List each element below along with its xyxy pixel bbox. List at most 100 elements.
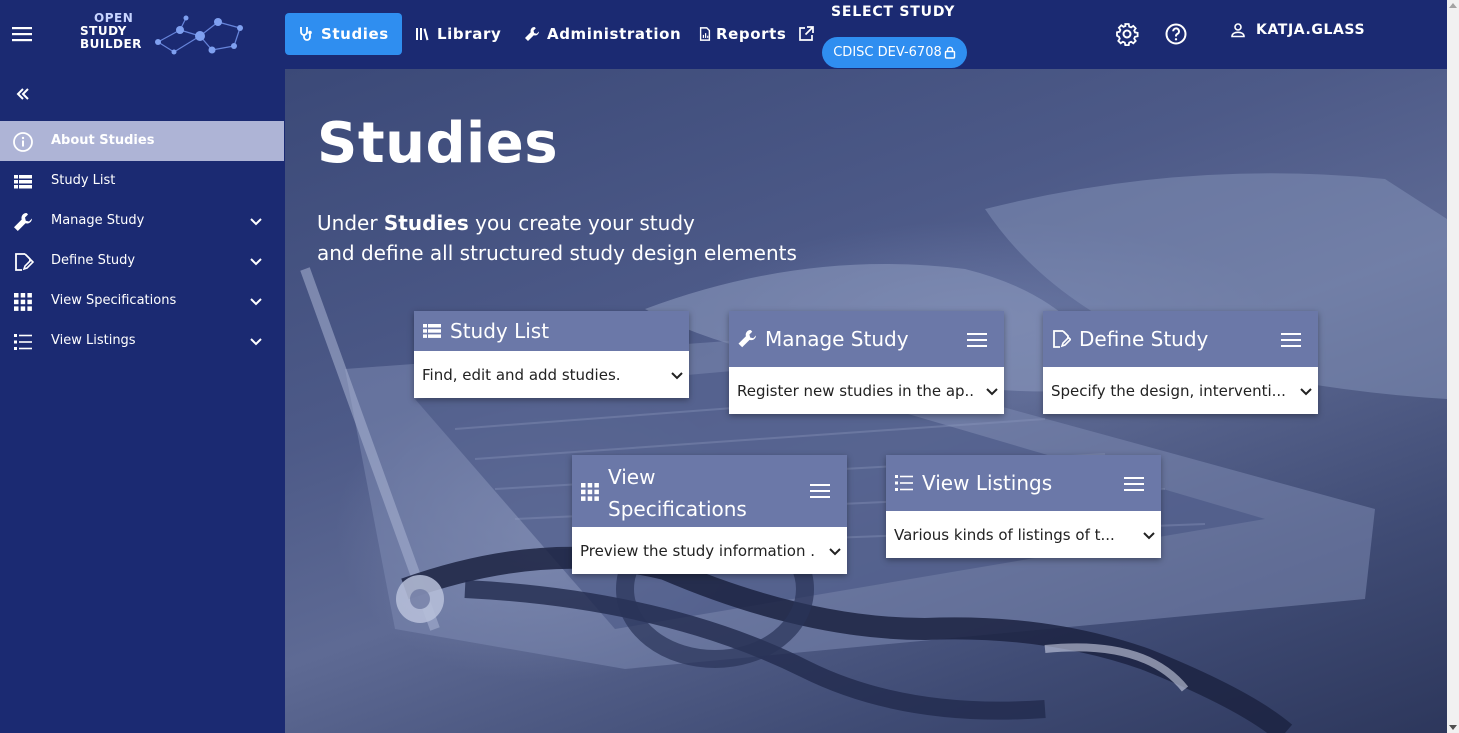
card-description-expander[interactable]: Find, edit and add studies. [414,351,689,398]
card-header[interactable]: Study List [414,311,689,351]
nav-reports[interactable]: Reports [685,13,827,55]
logo-line-3: BUILDER [80,37,142,51]
subtitle-emphasis: Studies [383,211,469,235]
menu-icon[interactable] [1281,332,1301,348]
card-define-study: Define Study Specify the design, interve… [1043,311,1318,414]
card-description-expander[interactable]: Register new studies in the ap... [729,367,1004,414]
library-icon [416,28,429,41]
menu-icon[interactable] [967,332,987,348]
selected-study-label: CDISC DEV-6708 [833,45,942,60]
card-description-expander[interactable]: Preview the study information ... [572,527,847,574]
wrench-icon [738,330,756,348]
card-description: Preview the study information ... [580,541,816,560]
scroll-down-icon[interactable] [1449,725,1457,730]
card-manage-study: Manage Study Register new studies in the… [729,311,1004,414]
chevron-down-icon [250,338,262,346]
nav-administration[interactable]: Administration [511,13,694,55]
sidebar: About Studies Study List Manage Study De… [0,69,285,733]
sidebar-item-define-study[interactable]: Define Study [0,241,284,281]
format-list-icon [895,475,913,491]
chevron-down-icon [250,298,262,306]
card-title: View Specifications [608,461,747,525]
stethoscope-icon [300,27,312,41]
card-view-specifications: View Specifications Preview the study in… [572,455,847,574]
chevron-down-icon [986,388,998,396]
card-study-list: Study List Find, edit and add studies. [414,311,689,398]
selected-study-chip[interactable]: CDISC DEV-6708 [822,37,967,68]
subtitle-prefix: Under [317,211,384,235]
chevron-down-icon [250,218,262,226]
card-header[interactable]: Define Study [1043,311,1318,367]
page-subtitle: Under Studies you create your study and … [317,208,957,268]
menu-icon[interactable] [810,483,830,499]
main-content: Studies Under Studies you create your st… [285,69,1447,733]
nav-library-label: Library [437,25,502,43]
subtitle-line-2: and define all structured study design e… [317,241,797,265]
wrench-icon [525,27,539,41]
format-list-icon [14,334,32,350]
sidebar-item-label: View Specifications [51,293,177,308]
openstudybuilder-logo[interactable]: OPEN STUDY BUILDER [80,12,250,58]
nav-reports-label: Reports [716,25,787,43]
chevron-down-icon [671,372,683,380]
card-header[interactable]: View Listings [886,455,1161,511]
card-title-line-2: Specifications [608,497,747,521]
logo-network-graphic [155,15,243,55]
top-app-bar: OPEN STUDY BUILDER Studies Library Admin… [0,0,1447,69]
menu-icon[interactable] [11,23,33,45]
sidebar-item-view-specifications[interactable]: View Specifications [0,281,284,321]
card-title: Define Study [1079,327,1209,351]
list-view-icon [14,174,32,190]
chevron-down-icon [250,258,262,266]
card-title-line-1: View [608,465,656,489]
page-title: Studies [317,111,559,176]
user-menu[interactable]: KATJA.GLASS [1230,22,1365,38]
menu-icon[interactable] [1124,476,1144,492]
chevron-down-icon [1143,532,1155,540]
card-description: Specify the design, interventi... [1051,381,1286,400]
card-header[interactable]: Manage Study [729,311,1004,367]
gear-icon[interactable] [1115,22,1139,46]
chevron-down-icon [829,548,841,556]
sidebar-item-manage-study[interactable]: Manage Study [0,201,284,241]
card-title: View Listings [922,471,1053,495]
open-in-new-icon [799,26,815,41]
card-title: Manage Study [765,327,909,351]
sidebar-item-label: About Studies [51,133,155,148]
card-description: Find, edit and add studies. [422,365,621,384]
card-description-expander[interactable]: Specify the design, interventi... [1043,367,1318,414]
subtitle-suffix: you create your study [468,211,695,235]
sidebar-item-label: Study List [51,173,116,188]
sidebar-item-view-listings[interactable]: View Listings [0,321,284,361]
user-name: KATJA.GLASS [1256,22,1366,38]
help-icon[interactable] [1164,22,1188,46]
lock-icon [944,46,955,59]
card-header[interactable]: View Specifications [572,455,847,527]
grid-icon [14,293,32,311]
edit-document-icon [15,253,34,271]
card-description: Register new studies in the ap... [737,381,973,400]
wrench-icon [14,212,33,231]
card-title: Study List [450,319,550,343]
list-view-icon [423,323,441,339]
chevron-down-icon [1300,388,1312,396]
person-icon [1231,23,1245,38]
nav-administration-label: Administration [547,25,682,43]
sidebar-item-label: Define Study [51,253,136,268]
card-view-listings: View Listings Various kinds of listings … [886,455,1161,558]
scroll-up-icon[interactable] [1449,3,1457,8]
sidebar-item-about-studies[interactable]: About Studies [0,121,284,161]
report-icon [699,27,711,41]
sidebar-item-label: View Listings [51,333,136,348]
nav-library[interactable]: Library [401,13,514,55]
select-study-label: SELECT STUDY [831,4,956,20]
info-icon [13,132,33,152]
card-description-expander[interactable]: Various kinds of listings of t... [886,511,1161,558]
page-scrollbar[interactable] [1447,0,1459,733]
nav-studies-label: Studies [321,25,389,43]
collapse-sidebar-icon[interactable] [14,85,32,103]
sidebar-item-label: Manage Study [51,213,145,228]
edit-document-icon [1053,330,1071,348]
nav-studies[interactable]: Studies [285,13,402,55]
sidebar-item-study-list[interactable]: Study List [0,161,284,201]
